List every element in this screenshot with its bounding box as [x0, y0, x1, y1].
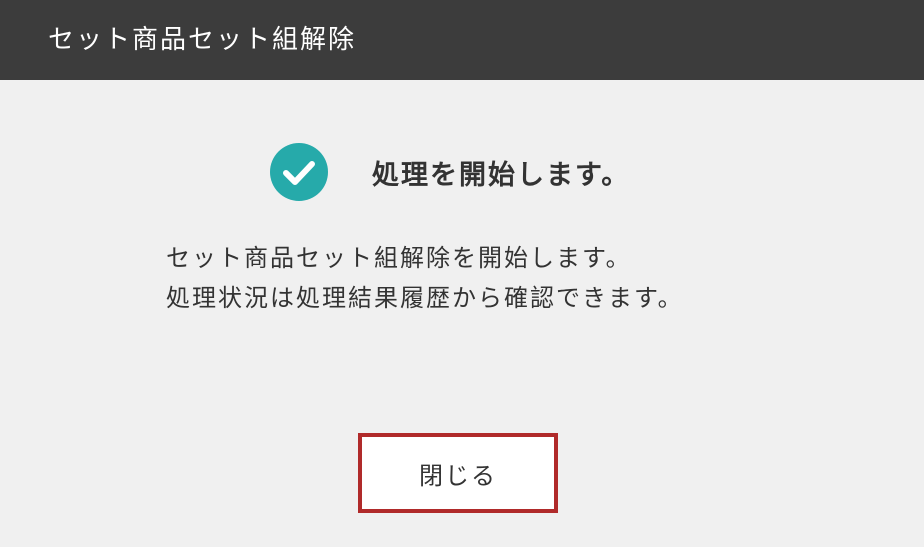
close-button[interactable]: 閉じる	[358, 433, 558, 513]
message-body: セット商品セット組解除を開始します。 処理状況は処理結果履歴から確認できます。	[166, 238, 684, 318]
message-line-2: 処理状況は処理結果履歴から確認できます。	[166, 284, 684, 312]
message-line-1: セット商品セット組解除を開始します。	[166, 244, 632, 272]
status-row: 処理を開始します。	[270, 143, 630, 201]
dialog-title: セット商品セット組解除	[48, 25, 357, 55]
dialog-titlebar: セット商品セット組解除	[0, 0, 924, 80]
status-heading: 処理を開始します。	[372, 159, 631, 191]
dialog: セット商品セット組解除 処理を開始します。 セット商品セット組解除を開始します。…	[0, 0, 924, 547]
check-circle-icon	[270, 143, 328, 201]
